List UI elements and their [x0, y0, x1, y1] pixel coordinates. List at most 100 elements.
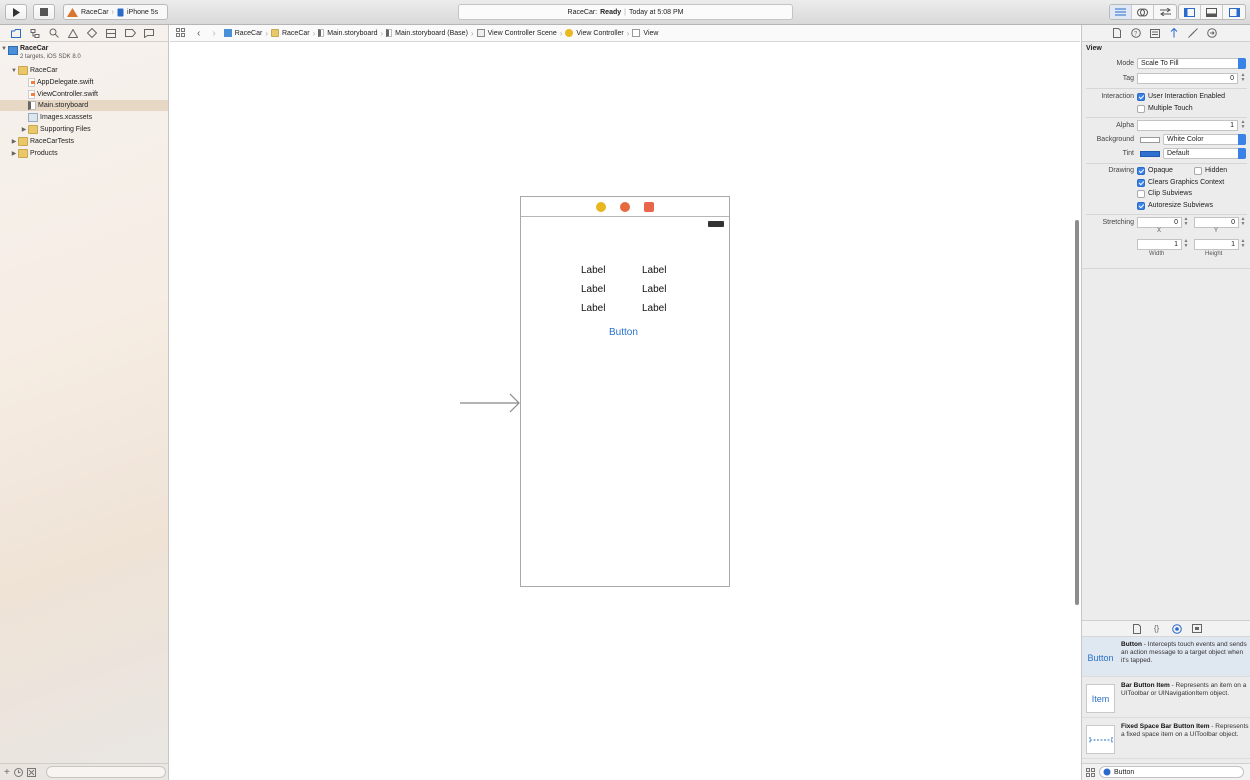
project-root[interactable]: ▼ RaceCar 2 targets, iOS SDK 8.0 [0, 44, 168, 64]
toggle-navigator-button[interactable] [1179, 5, 1201, 19]
label-6[interactable]: Label [642, 303, 666, 314]
mode-popup[interactable]: Scale To Fill [1137, 58, 1246, 69]
background-swatch[interactable] [1140, 137, 1160, 143]
library-filter-input[interactable]: Button [1099, 766, 1244, 778]
label-2[interactable]: Label [642, 265, 666, 276]
toggle-utilities-button[interactable] [1223, 5, 1245, 19]
file-inspector-tab[interactable] [1112, 28, 1122, 38]
disclosure-closed-icon: ▶ [11, 151, 17, 157]
library-item-text: Fixed Space Bar Button Item - Represents… [1121, 723, 1249, 739]
object-library-tab[interactable] [1171, 623, 1182, 634]
entry-point-arrow-icon[interactable] [460, 393, 522, 413]
version-editor-button[interactable] [1154, 5, 1176, 19]
connections-inspector-tab[interactable] [1207, 28, 1217, 38]
scheme-selector[interactable]: RaceCar › iPhone 5s [63, 4, 168, 20]
assistant-editor-button[interactable] [1132, 5, 1154, 19]
library-item-fixed-space[interactable]: Fixed Space Bar Button Item - Represents… [1082, 719, 1250, 759]
stretch-y-field[interactable]: 0 [1194, 217, 1239, 228]
label-1[interactable]: Label [581, 265, 605, 276]
tag-field[interactable]: 0 [1137, 73, 1238, 84]
tree-group-racecar[interactable]: ▼ RaceCar [0, 65, 168, 76]
alpha-stepper[interactable]: ▲ ▼ [1240, 120, 1246, 131]
tree-group-products[interactable]: ▶ Products [0, 148, 168, 159]
crumb-view[interactable]: View [630, 29, 660, 37]
tag-stepper[interactable]: ▲ ▼ [1240, 73, 1246, 84]
multiple-touch-checkbox[interactable] [1137, 105, 1145, 113]
crumb-view-controller[interactable]: View Controller [563, 29, 625, 37]
crumb-storyboard-base[interactable]: Main.storyboard (Base) [384, 29, 470, 37]
stretch-width-stepper[interactable]: ▲ ▼ [1183, 239, 1189, 250]
tree-group-supporting-files[interactable]: ▶ Supporting Files [0, 124, 168, 135]
tree-file-appdelegate[interactable]: AppDelegate.swift [0, 77, 168, 88]
standard-editor-button[interactable] [1110, 5, 1132, 19]
first-responder-icon[interactable] [620, 201, 630, 212]
tree-file-main-storyboard[interactable]: Main.storyboard [0, 100, 168, 111]
opaque-checkbox[interactable] [1137, 167, 1145, 175]
crumb-label: RaceCar [281, 29, 310, 37]
inspector-tabs: ? [1082, 25, 1250, 42]
size-inspector-tab[interactable] [1188, 28, 1198, 38]
stretch-width-field[interactable]: 1 [1137, 239, 1182, 250]
tint-popup[interactable]: Default [1163, 148, 1246, 159]
forward-button[interactable]: › [206, 28, 221, 39]
stretch-height-field[interactable]: 1 [1194, 239, 1239, 250]
log-navigator-tab[interactable] [143, 27, 155, 39]
label-5[interactable]: Label [581, 303, 605, 314]
project-navigator-tab[interactable] [10, 27, 22, 39]
label-3[interactable]: Label [581, 284, 605, 295]
grid-view-icon[interactable] [1086, 767, 1095, 777]
attributes-inspector-tab[interactable] [1169, 28, 1179, 38]
hidden-checkbox[interactable] [1194, 167, 1202, 175]
find-navigator-tab[interactable] [48, 27, 60, 39]
autoresize-checkbox[interactable] [1137, 202, 1145, 210]
stretch-height-stepper[interactable]: ▲ ▼ [1240, 239, 1246, 250]
media-library-tab[interactable] [1191, 624, 1202, 634]
library-item-bar-button[interactable]: Item Bar Button Item - Represents an ite… [1082, 678, 1250, 718]
crumb-project[interactable]: RaceCar [222, 29, 265, 37]
clip-subviews-checkbox[interactable] [1137, 190, 1145, 198]
quick-help-tab[interactable]: ? [1131, 28, 1141, 38]
opaque-label: Opaque [1148, 167, 1173, 174]
canvas-scrollbar[interactable] [1075, 220, 1079, 605]
storyboard-button[interactable]: Button [609, 327, 638, 338]
clock-icon[interactable] [13, 767, 23, 777]
toggle-debug-button[interactable] [1201, 5, 1223, 19]
view-controller-scene[interactable]: Label Label Label Label Label Label Butt… [520, 196, 730, 587]
scm-filter-icon[interactable] [26, 767, 36, 777]
background-popup[interactable]: White Color [1163, 134, 1246, 145]
stretch-y-stepper[interactable]: ▲ ▼ [1240, 217, 1246, 228]
identity-inspector-tab[interactable] [1150, 28, 1160, 38]
crumb-group[interactable]: RaceCar [269, 29, 312, 37]
stretch-x-field[interactable]: 0 [1137, 217, 1182, 228]
test-navigator-tab[interactable] [86, 27, 98, 39]
tree-file-images-xcassets[interactable]: Images.xcassets [0, 112, 168, 123]
crumb-storyboard[interactable]: Main.storyboard [316, 29, 379, 37]
run-button[interactable] [5, 4, 27, 20]
user-interaction-checkbox[interactable] [1137, 93, 1145, 101]
symbol-navigator-tab[interactable] [29, 27, 41, 39]
tree-file-viewcontroller[interactable]: ViewController.swift [0, 89, 168, 100]
tint-swatch[interactable] [1140, 151, 1160, 157]
height-caption: Height [1205, 251, 1223, 257]
alpha-field[interactable]: 1 [1137, 120, 1238, 131]
code-snippet-library-tab[interactable]: {} [1152, 624, 1162, 634]
back-button[interactable]: ‹ [191, 28, 206, 39]
tree-group-racecartests[interactable]: ▶ RaceCarTests [0, 136, 168, 147]
add-file-icon[interactable]: + [4, 767, 10, 778]
stop-button[interactable] [33, 4, 55, 20]
breakpoint-navigator-tab[interactable] [124, 27, 136, 39]
navigator-filter-input[interactable] [45, 766, 166, 778]
stretch-x-stepper[interactable]: ▲ ▼ [1183, 217, 1189, 228]
view-controller-icon[interactable] [596, 201, 606, 212]
autoresize-label: Autoresize Subviews [1148, 202, 1213, 209]
debug-navigator-tab[interactable] [105, 27, 117, 39]
status-time: Today at 5:08 PM [628, 8, 684, 16]
exit-icon[interactable] [644, 201, 654, 212]
file-template-library-tab[interactable] [1132, 623, 1142, 634]
related-items-button[interactable] [170, 27, 191, 39]
crumb-scene[interactable]: View Controller Scene [475, 29, 559, 37]
library-item-button[interactable]: Button Button - Intercepts touch events … [1082, 637, 1250, 677]
issue-navigator-tab[interactable] [67, 27, 79, 39]
clears-graphics-checkbox[interactable] [1137, 179, 1145, 187]
label-4[interactable]: Label [642, 284, 666, 295]
